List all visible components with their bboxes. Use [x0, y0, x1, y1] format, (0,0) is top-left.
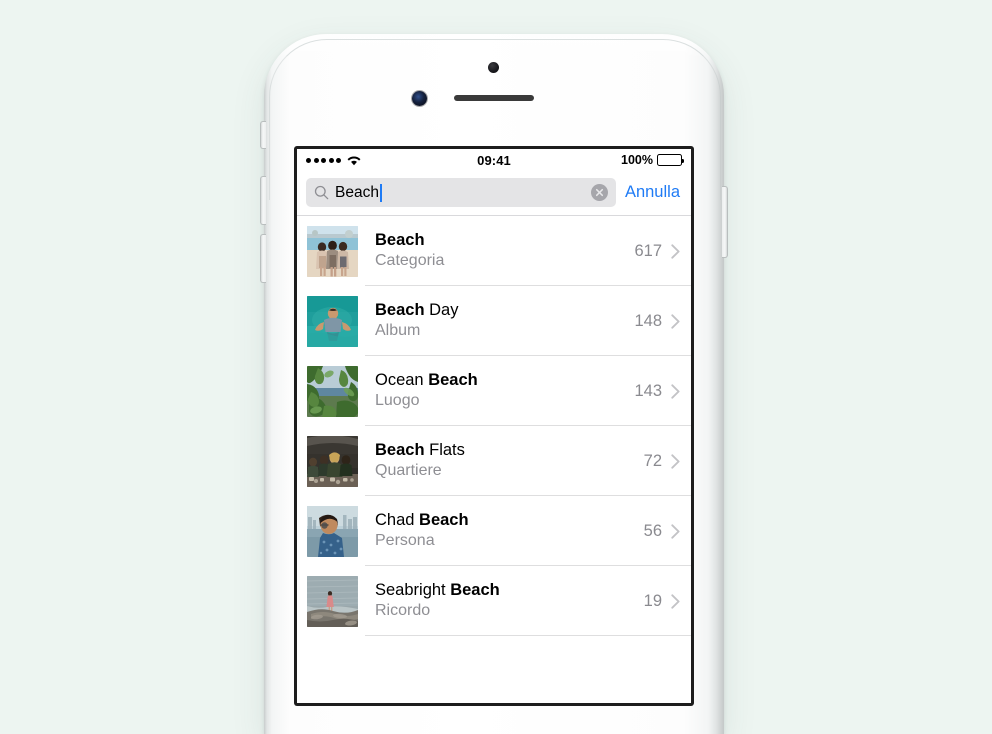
clear-search-button[interactable]: [590, 184, 608, 201]
screenshot-canvas: 09:41 100% Beach Annulla Beach Categoria…: [0, 0, 992, 734]
result-title: Ocean Beach: [375, 371, 478, 390]
search-icon: [314, 185, 329, 200]
result-title: Beach: [375, 231, 425, 250]
search-input-value: Beach: [335, 183, 379, 201]
status-bar-right: 100%: [621, 153, 684, 167]
search-result-row[interactable]: Beach Flats Quartiere 72: [297, 426, 691, 496]
earpiece-speaker-grille: [454, 95, 534, 101]
search-result-row[interactable]: Beach Day Album 148: [297, 286, 691, 356]
status-bar-left: [306, 154, 362, 166]
status-bar: 09:41 100%: [297, 149, 691, 171]
result-count: 56: [643, 521, 662, 540]
result-text-block: Beach Flats Quartiere: [375, 440, 644, 482]
result-text-block: Beach Categoria: [375, 230, 634, 272]
search-result-row[interactable]: Chad Beach Persona 56: [297, 496, 691, 566]
result-text-block: Seabright Beach Ricordo: [375, 580, 644, 622]
result-count: 143: [634, 381, 662, 400]
result-text-block: Ocean Beach Luogo: [375, 370, 634, 412]
chevron-right-icon: [671, 453, 680, 469]
result-count: 148: [634, 311, 662, 330]
battery-cap: [682, 158, 684, 164]
result-text-block: Chad Beach Persona: [375, 510, 644, 552]
wifi-icon: [346, 154, 362, 166]
screen-bezel: 09:41 100% Beach Annulla Beach Categoria…: [294, 146, 694, 706]
chevron-right-icon: [671, 383, 680, 399]
result-thumbnail: [307, 295, 358, 347]
result-subtitle: Persona: [375, 532, 435, 550]
proximity-sensor-icon: [412, 91, 427, 106]
phone-screen: 09:41 100% Beach Annulla Beach Categoria…: [297, 149, 691, 703]
result-title: Beach Day: [375, 301, 459, 320]
chevron-right-icon: [671, 523, 680, 539]
result-subtitle: Quartiere: [375, 462, 442, 480]
chevron-right-icon: [671, 313, 680, 329]
result-count: 19: [643, 591, 662, 610]
volume-down-button[interactable]: [260, 234, 266, 283]
search-input[interactable]: Beach: [306, 178, 616, 207]
result-subtitle: Album: [375, 322, 421, 340]
volume-up-button[interactable]: [260, 176, 266, 225]
battery-percentage: 100%: [621, 153, 653, 167]
result-title: Chad Beach: [375, 511, 469, 530]
result-text-block: Beach Day Album: [375, 300, 634, 342]
search-bar: Beach Annulla: [297, 171, 691, 216]
result-count: 617: [634, 241, 662, 260]
front-camera-icon: [488, 62, 499, 73]
chevron-right-icon: [671, 593, 680, 609]
search-result-row[interactable]: Ocean Beach Luogo 143: [297, 356, 691, 426]
cancel-search-button[interactable]: Annulla: [625, 183, 682, 202]
result-title: Seabright Beach: [375, 581, 500, 600]
mute-switch[interactable]: [260, 121, 266, 149]
device-chamfer-highlight: [264, 34, 724, 154]
result-thumbnail: [307, 575, 358, 627]
cellular-signal-icon: [306, 157, 341, 163]
search-results-list: Beach Categoria 617 Beach Day Album 148 …: [297, 216, 691, 636]
result-count: 72: [643, 451, 662, 470]
battery-icon: [657, 154, 684, 166]
result-thumbnail: [307, 505, 358, 557]
result-subtitle: Luogo: [375, 392, 420, 410]
search-result-row[interactable]: Seabright Beach Ricordo 19: [297, 566, 691, 636]
result-subtitle: Ricordo: [375, 602, 431, 620]
search-result-row[interactable]: Beach Categoria 617: [297, 216, 691, 286]
result-thumbnail: [307, 435, 358, 487]
result-subtitle: Categoria: [375, 252, 445, 270]
result-thumbnail: [307, 225, 358, 277]
text-cursor: [379, 183, 382, 202]
result-thumbnail: [307, 365, 358, 417]
result-title: Beach Flats: [375, 441, 465, 460]
power-button[interactable]: [722, 186, 728, 258]
iphone-device: 09:41 100% Beach Annulla Beach Categoria…: [260, 34, 728, 734]
chevron-right-icon: [671, 243, 680, 259]
